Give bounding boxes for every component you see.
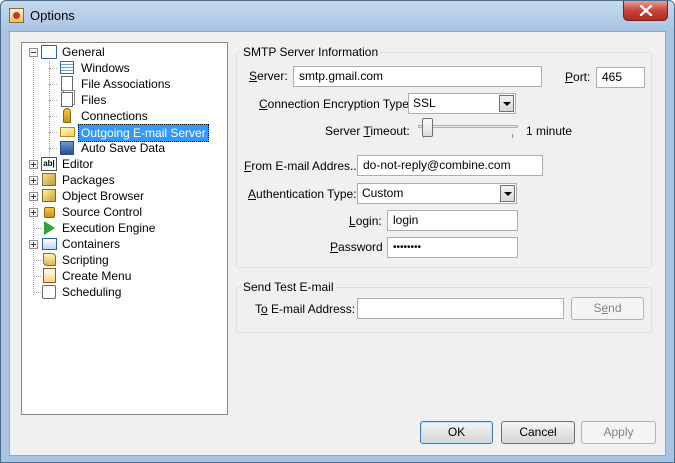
object-browser-icon xyxy=(42,189,56,202)
tree-item-connections[interactable]: Connections xyxy=(22,108,227,124)
send-test-group-title: Send Test E-mail xyxy=(241,280,336,294)
window-title: Options xyxy=(30,8,75,23)
dialog-client: General Windows File Associations Files … xyxy=(9,31,666,456)
app-icon xyxy=(9,8,24,23)
expand-icon[interactable] xyxy=(29,208,38,217)
containers-icon xyxy=(42,238,57,250)
slider-track xyxy=(418,125,518,128)
tree-item-containers[interactable]: Containers xyxy=(22,236,227,252)
collapse-icon[interactable] xyxy=(29,48,38,57)
authentication-type-value: Custom xyxy=(362,186,404,200)
server-timeout-value: 1 minute xyxy=(526,124,573,138)
server-timeout-label: Server Timeout: xyxy=(325,124,410,138)
password-label: Password xyxy=(330,240,383,254)
login-label: Login: xyxy=(349,214,382,228)
tree-item-execution-engine[interactable]: Execution Engine xyxy=(22,220,227,236)
tree-item-scripting[interactable]: Scripting xyxy=(22,252,227,268)
tree-item-general[interactable]: General xyxy=(22,44,227,60)
authentication-type-select[interactable]: Custom xyxy=(357,183,517,204)
tree-item-source-control[interactable]: Source Control xyxy=(22,204,227,220)
close-button[interactable] xyxy=(623,1,668,21)
auto-save-icon xyxy=(60,141,74,155)
source-control-icon xyxy=(44,207,55,218)
execution-engine-icon xyxy=(44,221,55,235)
server-label: Server: xyxy=(249,69,288,83)
slider-tick xyxy=(512,134,513,138)
port-label: Port: xyxy=(565,70,591,84)
login-input[interactable]: login xyxy=(387,210,518,231)
slider-thumb[interactable] xyxy=(422,118,433,137)
connections-icon xyxy=(63,108,71,123)
options-tree[interactable]: General Windows File Associations Files … xyxy=(21,42,228,415)
close-icon xyxy=(639,5,653,16)
expand-icon[interactable] xyxy=(29,160,38,169)
packages-icon xyxy=(42,173,56,186)
password-input[interactable]: •••••••• xyxy=(387,237,518,258)
port-input[interactable]: 465 xyxy=(596,67,645,88)
expand-icon[interactable] xyxy=(29,240,38,249)
file-association-icon xyxy=(61,76,73,91)
tree-item-auto-save-data[interactable]: Auto Save Data xyxy=(22,140,227,156)
send-button[interactable]: Send xyxy=(571,297,644,320)
server-input[interactable]: smtp.gmail.com xyxy=(293,66,542,87)
files-icon xyxy=(61,92,73,107)
tree-item-packages[interactable]: Packages xyxy=(22,172,227,188)
expand-icon[interactable] xyxy=(29,176,38,185)
tree-item-object-browser[interactable]: Object Browser xyxy=(22,188,227,204)
envelope-icon xyxy=(60,127,75,137)
apply-button[interactable]: Apply xyxy=(581,421,656,444)
monitor-icon xyxy=(41,45,57,59)
smtp-group-title: SMTP Server Information xyxy=(241,45,381,59)
chevron-down-icon[interactable] xyxy=(500,185,515,202)
to-email-label: To E-mail Address: xyxy=(255,302,356,316)
scheduling-icon xyxy=(42,285,56,299)
expand-icon[interactable] xyxy=(29,192,38,201)
encryption-type-select[interactable]: SSL xyxy=(408,93,516,114)
authentication-type-label: Authentication Type: xyxy=(248,187,357,201)
tree-item-scheduling[interactable]: Scheduling xyxy=(22,284,227,300)
scripting-icon xyxy=(43,253,56,266)
options-window: Options General Windows File Association… xyxy=(0,0,675,463)
ok-button[interactable]: OK xyxy=(420,421,493,444)
from-email-label: From E-mail Addres... xyxy=(244,159,361,173)
from-email-input[interactable]: do-not-reply@combine.com xyxy=(357,155,543,176)
encryption-type-label: Connection Encryption Type: xyxy=(259,97,413,111)
tree-item-files[interactable]: Files xyxy=(22,92,227,108)
tree-item-file-associations[interactable]: File Associations xyxy=(22,76,227,92)
tree-item-outgoing-email-server[interactable]: Outgoing E-mail Server xyxy=(22,124,227,142)
tree-item-editor[interactable]: ab| Editor xyxy=(22,156,227,172)
window-list-icon xyxy=(60,61,74,74)
encryption-type-value: SSL xyxy=(413,96,436,110)
tree-item-create-menu[interactable]: Create Menu xyxy=(22,268,227,284)
title-bar[interactable]: Options xyxy=(1,1,674,31)
editor-icon: ab| xyxy=(41,157,57,171)
chevron-down-icon[interactable] xyxy=(499,95,514,112)
to-email-input[interactable] xyxy=(357,298,564,319)
server-timeout-slider[interactable] xyxy=(418,118,518,140)
cancel-button[interactable]: Cancel xyxy=(501,421,575,444)
create-menu-icon xyxy=(43,268,56,283)
tree-item-windows[interactable]: Windows xyxy=(22,60,227,76)
